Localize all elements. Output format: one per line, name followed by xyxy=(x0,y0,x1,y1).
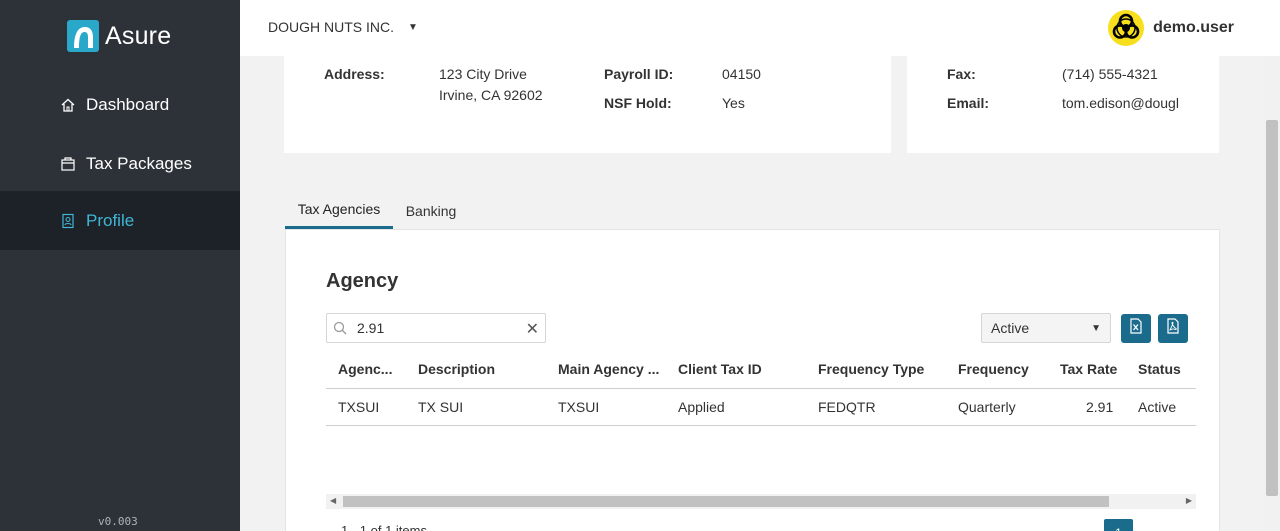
status-filter-value: Active xyxy=(991,320,1030,336)
status-filter-select[interactable]: Active ▼ xyxy=(981,313,1111,343)
search-icon xyxy=(333,321,347,340)
payroll-id-label: Payroll ID: xyxy=(604,66,674,82)
package-icon xyxy=(60,156,76,172)
scroll-right-icon[interactable]: ▶ xyxy=(1186,496,1192,505)
home-icon xyxy=(60,97,76,113)
pager: « ‹ 1 › » xyxy=(1046,518,1191,531)
table-cell: Quarterly xyxy=(958,399,1016,415)
column-header[interactable]: Frequency Type xyxy=(818,361,924,377)
table-cell: Active xyxy=(1138,399,1177,415)
column-header[interactable]: Description xyxy=(418,361,495,377)
table-cell: TXSUI xyxy=(338,399,380,415)
sidebar-item-label: Profile xyxy=(86,210,135,230)
pager-info: 1 - 1 of 1 items xyxy=(341,523,427,531)
column-header[interactable]: Agenc... xyxy=(338,361,392,377)
email-value: tom.edison@dougl xyxy=(1062,95,1179,111)
agency-panel: Agency ✕ Active ▼ Agenc... Description M… xyxy=(285,229,1220,531)
clear-icon[interactable]: ✕ xyxy=(526,319,539,339)
asure-logo[interactable]: Asure xyxy=(67,20,171,52)
tab-banking[interactable]: Banking xyxy=(393,193,469,229)
table-row[interactable]: TXSUI TX SUI TXSUI Applied FEDQTR Quarte… xyxy=(326,389,1196,426)
vertical-scrollbar[interactable] xyxy=(1264,56,1280,531)
table-cell: TXSUI xyxy=(558,399,600,415)
address-line1: 123 City Drive xyxy=(439,66,527,82)
email-label: Email: xyxy=(947,95,990,111)
grid-header: Agenc... Description Main Agency ... Cli… xyxy=(326,351,1196,389)
column-header[interactable]: Client Tax ID xyxy=(678,361,762,377)
pdf-icon xyxy=(1166,318,1180,339)
table-cell: FEDQTR xyxy=(818,399,876,415)
first-page-icon[interactable]: « xyxy=(1046,519,1075,531)
search-input[interactable] xyxy=(357,318,517,338)
nsf-hold-value: Yes xyxy=(722,95,745,111)
export-excel-button[interactable] xyxy=(1121,314,1151,343)
biohazard-icon xyxy=(1108,10,1145,46)
username: demo.user xyxy=(1153,19,1234,36)
last-page-icon[interactable]: » xyxy=(1162,519,1191,531)
scrollbar-thumb[interactable] xyxy=(343,496,1109,507)
top-header: DOUGH NUTS INC. ▼ demo.user xyxy=(240,0,1280,56)
payroll-id-value: 04150 xyxy=(722,66,761,82)
company-name: DOUGH NUTS INC. xyxy=(268,19,394,35)
brand-name: Asure xyxy=(105,21,172,50)
contact-info-card: Fax: (714) 555-4321 Email: tom.edison@do… xyxy=(907,56,1219,153)
export-pdf-button[interactable] xyxy=(1158,314,1188,343)
scrollbar-thumb[interactable] xyxy=(1266,120,1278,496)
scroll-left-icon[interactable]: ◀ xyxy=(330,496,336,505)
user-menu[interactable]: demo.user xyxy=(1108,10,1234,46)
column-header[interactable]: Status xyxy=(1138,361,1181,377)
caret-down-icon: ▼ xyxy=(408,21,418,33)
column-header[interactable]: Tax Rate xyxy=(1060,361,1117,377)
table-cell: 2.91 xyxy=(1086,399,1114,415)
prev-page-icon[interactable]: ‹ xyxy=(1075,519,1104,531)
panel-title: Agency xyxy=(326,270,399,292)
sidebar: Asure Dashboard Tax Packages Profile v0.… xyxy=(0,0,240,531)
company-selector[interactable]: DOUGH NUTS INC. ▼ xyxy=(268,19,418,35)
fax-value: (714) 555-4321 xyxy=(1062,66,1158,82)
address-label: Address: xyxy=(324,66,385,82)
profile-icon xyxy=(60,213,76,229)
client-info-card: Address: 123 City Drive Irvine, CA 92602… xyxy=(284,56,891,153)
agency-grid: Agenc... Description Main Agency ... Cli… xyxy=(326,351,1196,426)
nsf-hold-label: NSF Hold: xyxy=(604,95,672,111)
column-header[interactable]: Frequency xyxy=(958,361,1029,377)
horizontal-scrollbar[interactable]: ◀ ▶ xyxy=(326,494,1196,509)
sidebar-item-tax-packages[interactable]: Tax Packages xyxy=(0,134,240,193)
fax-label: Fax: xyxy=(947,66,976,82)
next-page-icon[interactable]: › xyxy=(1133,519,1162,531)
sidebar-item-label: Tax Packages xyxy=(86,153,192,173)
tab-tax-agencies[interactable]: Tax Agencies xyxy=(285,193,393,229)
table-cell: Applied xyxy=(678,399,725,415)
excel-icon xyxy=(1129,318,1143,339)
sidebar-item-label: Dashboard xyxy=(86,94,170,114)
table-cell: TX SUI xyxy=(418,399,464,415)
chevron-down-icon: ▼ xyxy=(1091,323,1101,334)
agency-search: ✕ xyxy=(326,313,546,343)
address-line2: Irvine, CA 92602 xyxy=(439,87,543,103)
page-number-button[interactable]: 1 xyxy=(1104,518,1133,531)
sidebar-item-profile[interactable]: Profile xyxy=(0,191,240,250)
column-header[interactable]: Main Agency ... xyxy=(558,361,659,377)
asure-logo-icon xyxy=(67,20,99,52)
version-label: v0.003 xyxy=(98,515,138,528)
sidebar-item-dashboard[interactable]: Dashboard xyxy=(0,75,240,134)
